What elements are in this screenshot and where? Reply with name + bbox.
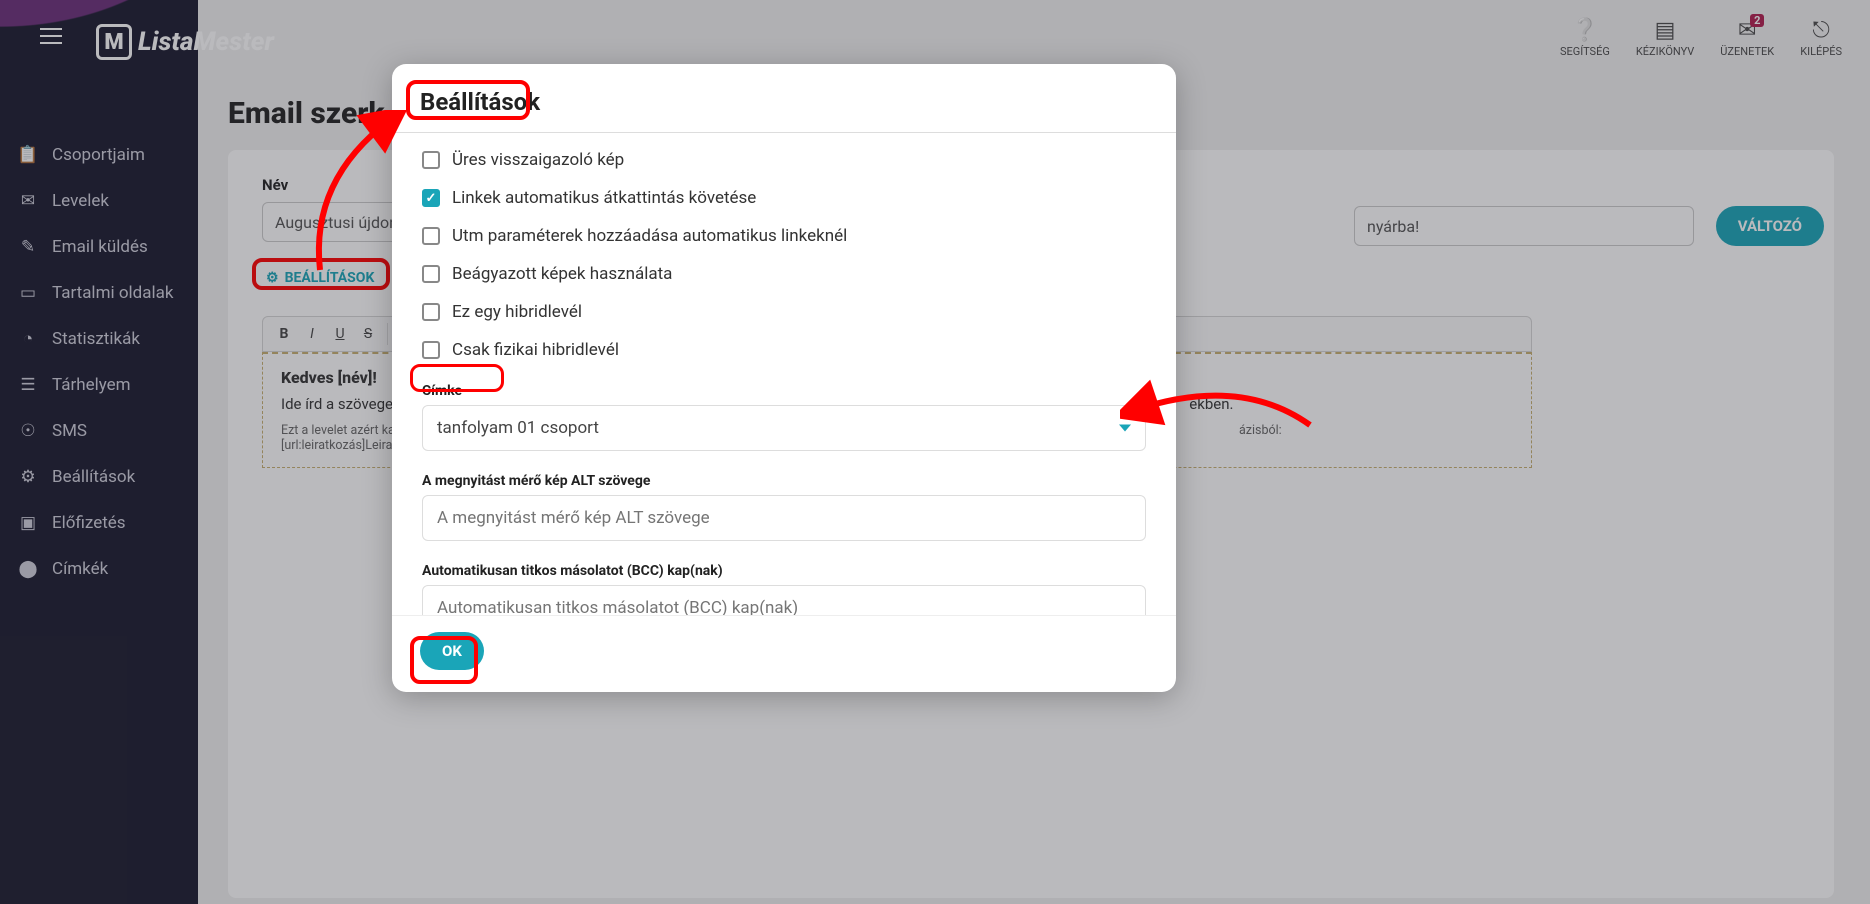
check-label: Ez egy hibridlevél [452, 302, 582, 322]
bcc-label: Automatikusan titkos másolatot (BCC) kap… [422, 563, 1146, 579]
cimke-label: Címke [422, 383, 1146, 399]
check-link-click-tracking[interactable]: Linkek automatikus átkattintás követése [422, 179, 1146, 217]
check-utm-params[interactable]: Utm paraméterek hozzáadása automatikus l… [422, 217, 1146, 255]
modal-body[interactable]: Üres visszaigazoló kép Linkek automatiku… [392, 133, 1176, 615]
checkbox-icon[interactable] [422, 189, 440, 207]
checkbox-icon[interactable] [422, 265, 440, 283]
ok-button[interactable]: OK [420, 632, 484, 670]
modal-footer: OK [392, 615, 1176, 692]
check-empty-confirm-img[interactable]: Üres visszaigazoló kép [422, 141, 1146, 179]
bcc-input[interactable] [422, 585, 1146, 615]
check-label: Linkek automatikus átkattintás követése [452, 188, 756, 208]
check-label: Utm paraméterek hozzáadása automatikus l… [452, 226, 847, 246]
alt-label: A megnyitást mérő kép ALT szövege [422, 473, 1146, 489]
settings-modal: Beállítások Üres visszaigazoló kép Linke… [392, 64, 1176, 692]
cimke-select[interactable]: tanfolyam 01 csoport [422, 405, 1146, 451]
check-label: Beágyazott képek használata [452, 264, 672, 284]
check-hybrid-letter[interactable]: Ez egy hibridlevél [422, 293, 1146, 331]
checkbox-icon[interactable] [422, 151, 440, 169]
chevron-down-icon [1119, 425, 1131, 432]
cimke-value: tanfolyam 01 csoport [437, 418, 599, 438]
checkbox-icon[interactable] [422, 341, 440, 359]
checkbox-icon[interactable] [422, 303, 440, 321]
checkbox-icon[interactable] [422, 227, 440, 245]
alt-text-input[interactable] [422, 495, 1146, 541]
check-physical-hybrid-only[interactable]: Csak fizikai hibridlevél [422, 331, 1146, 369]
check-label: Csak fizikai hibridlevél [452, 340, 619, 360]
check-label: Üres visszaigazoló kép [452, 150, 624, 170]
check-embedded-images[interactable]: Beágyazott képek használata [422, 255, 1146, 293]
modal-title: Beállítások [392, 64, 1176, 133]
